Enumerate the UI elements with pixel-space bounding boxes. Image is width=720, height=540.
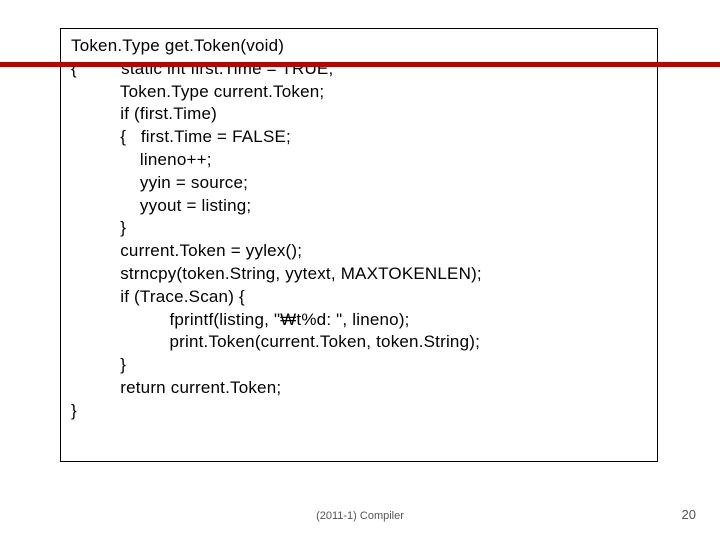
code-box: Token.Type get.Token(void) { static int … — [60, 28, 658, 462]
code-line: fprintf(listing, "₩t%d: ", lineno); — [71, 309, 647, 332]
code-line: return current.Token; — [71, 377, 647, 400]
code-line: yyin = source; — [71, 172, 647, 195]
code-line: { first.Time = FALSE; — [71, 126, 647, 149]
page-number: 20 — [682, 507, 696, 522]
code-line: if (Trace.Scan) { — [71, 286, 647, 309]
code-line: } — [71, 400, 647, 423]
code-line: } — [71, 354, 647, 377]
accent-bar — [0, 62, 720, 67]
code-line: print.Token(current.Token, token.String)… — [71, 331, 647, 354]
code-line: yyout = listing; — [71, 195, 647, 218]
code-line: Token.Type get.Token(void) — [71, 35, 647, 58]
code-line: } — [71, 217, 647, 240]
code-line: current.Token = yylex(); — [71, 240, 647, 263]
code-line: Token.Type current.Token; — [71, 81, 647, 104]
footer-text: (2011-1) Compiler — [0, 510, 720, 522]
code-line: strncpy(token.String, yytext, MAXTOKENLE… — [71, 263, 647, 286]
code-line: lineno++; — [71, 149, 647, 172]
code-line: if (first.Time) — [71, 103, 647, 126]
